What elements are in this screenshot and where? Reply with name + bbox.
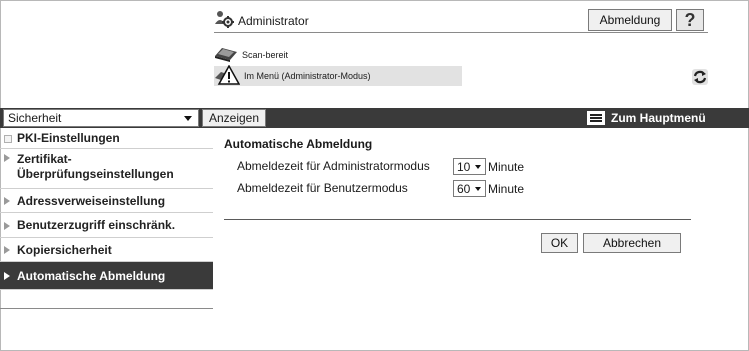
sidebar-item[interactable]: Adressverweiseinstellung — [0, 189, 213, 213]
triangle-right-icon — [4, 154, 10, 162]
warning-icon — [214, 64, 241, 87]
user-timeout-unit: Minute — [488, 182, 525, 196]
sidebar-item-label: PKI-Einstellungen — [17, 131, 120, 145]
status-ready: Scan-bereit — [214, 46, 288, 64]
sidebar-item[interactable]: Zertifikat- Überprüfungseinstellungen — [0, 149, 213, 189]
status-mode-text: Im Menü (Administrator-Modus) — [244, 71, 371, 81]
scanner-icon — [214, 46, 238, 64]
refresh-icon[interactable] — [692, 69, 708, 85]
chevron-down-icon — [184, 116, 192, 121]
status-mode-bar: Im Menü (Administrator-Modus) — [214, 64, 462, 87]
chevron-down-icon — [475, 187, 481, 191]
admin-timeout-select[interactable]: 10 — [453, 158, 486, 175]
sidebar-item[interactable]: Kopiersicherheit — [0, 238, 213, 262]
show-button[interactable]: Anzeigen — [202, 109, 266, 127]
sidebar-item[interactable]: PKI-Einstellungen — [0, 128, 213, 149]
help-button[interactable]: ? — [676, 9, 704, 31]
menu-icon — [587, 111, 605, 125]
sidebar-item-label: Überprüfungseinstellungen — [17, 167, 174, 181]
triangle-right-icon — [4, 222, 10, 230]
ok-button[interactable]: OK — [541, 233, 578, 253]
status-ready-text: Scan-bereit — [242, 50, 289, 60]
admin-icon — [214, 10, 234, 31]
main-menu-link[interactable]: Zum Hauptmenü — [587, 108, 706, 128]
admin-timeout-label: Abmeldezeit für Administratormodus — [237, 159, 430, 173]
sidebar-item-label: Kopiersicherheit — [17, 243, 112, 257]
triangle-right-icon — [4, 272, 10, 280]
user-timeout-value: 60 — [457, 181, 471, 196]
sidebar-item[interactable]: Automatische Abmeldung — [0, 262, 213, 290]
triangle-right-icon — [4, 197, 10, 205]
admin-timeout-unit: Minute — [488, 160, 525, 174]
category-select[interactable]: Sicherheit — [3, 109, 199, 127]
cancel-button[interactable]: Abbrechen — [583, 233, 681, 253]
sidebar-item-label: Zertifikat- — [17, 152, 72, 166]
user-timeout-label: Abmeldezeit für Benutzermodus — [237, 181, 408, 195]
user-label: Administrator — [238, 13, 309, 28]
chevron-down-icon — [475, 165, 481, 169]
header-divider — [214, 32, 708, 33]
checkbox-icon — [4, 135, 12, 143]
sidebar-item-label: Benutzerzugriff einschränk. — [17, 218, 176, 232]
sidebar-item[interactable]: Benutzerzugriff einschränk. — [0, 213, 213, 238]
sidebar-item-label: Automatische Abmeldung — [17, 269, 166, 283]
user-timeout-select[interactable]: 60 — [453, 180, 486, 197]
sidebar-item-label: Adressverweiseinstellung — [17, 194, 166, 208]
sidebar: PKI-Einstellungen Zertifikat- Überprüfungs… — [0, 128, 213, 290]
main-menu-label: Zum Hauptmenü — [611, 111, 706, 125]
page-title: Automatische Abmeldung — [224, 137, 373, 151]
user-indicator: Administrator — [214, 10, 309, 31]
category-select-value: Sicherheit — [8, 111, 62, 125]
triangle-right-icon — [4, 246, 10, 254]
sidebar-divider — [0, 308, 213, 309]
admin-timeout-value: 10 — [457, 159, 471, 174]
content-divider — [224, 219, 691, 220]
logout-button[interactable]: Abmeldung — [588, 9, 672, 31]
